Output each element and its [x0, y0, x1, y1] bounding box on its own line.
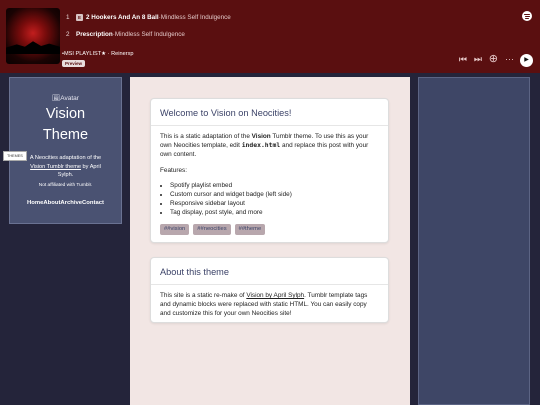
- track-artist: Mindless Self Indulgence: [160, 14, 231, 21]
- post-title: About this theme: [151, 258, 388, 285]
- tag-neocities[interactable]: ##neocities: [193, 223, 231, 235]
- tag-vision[interactable]: ##vision: [160, 223, 190, 235]
- track-row[interactable]: 1 E 2 Hookers And An 8 Ball · Mindless S…: [66, 14, 231, 21]
- explicit-badge: E: [76, 14, 84, 21]
- affiliation-note: Not affiliated with Tumblr.: [38, 182, 93, 188]
- post-text: This is a static adaptation of the: [160, 133, 252, 140]
- more-icon[interactable]: ···: [505, 54, 514, 64]
- code-snippet: index.html: [241, 141, 281, 150]
- nav-link-contact[interactable]: Contact: [82, 200, 104, 206]
- preview-badge: Preview: [62, 60, 86, 67]
- playlist-title[interactable]: •MSI PLAYLIST★ · Reinerxp: [62, 51, 134, 57]
- next-track-icon[interactable]: ⏭: [474, 54, 482, 64]
- blog-title: Vision Theme: [10, 104, 121, 146]
- track-row[interactable]: 2 Prescription · Mindless Self Indulgenc…: [66, 31, 185, 38]
- vision-link[interactable]: Vision by April Sylph: [246, 292, 304, 299]
- spotify-embed: 1 E 2 Hookers And An 8 Ball · Mindless S…: [0, 0, 540, 73]
- post-text-bold: Vision: [251, 133, 271, 140]
- main-content: Welcome to Vision on Neocities! This is …: [130, 77, 410, 405]
- add-circle-icon[interactable]: ⊕: [489, 54, 498, 65]
- themes-badge[interactable]: THEMES: [3, 151, 27, 161]
- nav-link-home[interactable]: Home: [27, 200, 43, 206]
- post-card: Welcome to Vision on Neocities! This is …: [150, 98, 389, 243]
- post-card: About this theme This site is a static r…: [150, 257, 389, 323]
- list-item: Tag display, post style, and more: [170, 208, 379, 217]
- spotify-logo-icon[interactable]: [522, 11, 532, 21]
- post-paragraph: This is a static adaptation of the Visio…: [160, 132, 379, 160]
- album-art[interactable]: [6, 8, 60, 64]
- sidebar-nav: HomeAboutArchiveContact: [10, 200, 121, 206]
- features-list: Spotify playlist embed Custom cursor and…: [160, 181, 379, 218]
- play-icon[interactable]: ▶: [520, 54, 533, 67]
- post-title: Welcome to Vision on Neocities!: [151, 99, 388, 126]
- prev-track-icon[interactable]: ⏮: [459, 54, 467, 64]
- list-item: Spotify playlist embed: [170, 181, 379, 190]
- list-item: Custom cursor and widget badge (left sid…: [170, 190, 379, 199]
- track-artist: Mindless Self Indulgence: [114, 31, 185, 38]
- post-text: This site is a static re-make of: [160, 292, 247, 299]
- vision-theme-link[interactable]: Vision Tumblr theme: [30, 164, 81, 170]
- post-body: This is a static adaptation of the Visio…: [151, 126, 388, 235]
- post-paragraph: This site is a static re-make of Vision …: [160, 291, 379, 319]
- avatar: 🖼Avatar: [10, 94, 121, 102]
- avatar-alt: Avatar: [60, 95, 79, 102]
- track-title: 2 Hookers And An 8 Ball: [86, 14, 159, 21]
- list-item: Responsive sidebar layout: [170, 199, 379, 208]
- nav-link-about[interactable]: About: [43, 200, 60, 206]
- description-text: A Neocities adaptation of the: [29, 155, 102, 161]
- features-label: Features:: [160, 166, 187, 174]
- post-tags: ##vision ##neocities ##theme: [160, 223, 379, 235]
- tag-theme[interactable]: ##theme: [234, 223, 266, 235]
- nav-link-archive[interactable]: Archive: [60, 200, 82, 206]
- track-title: Prescription: [76, 31, 113, 38]
- blog-title-line: Theme: [42, 127, 89, 143]
- blog-title-line: Vision: [45, 106, 86, 122]
- track-number: 1: [66, 14, 70, 21]
- post-body: This site is a static re-make of Vision …: [151, 285, 388, 319]
- track-number: 2: [66, 31, 70, 38]
- right-sidebar: [418, 77, 530, 405]
